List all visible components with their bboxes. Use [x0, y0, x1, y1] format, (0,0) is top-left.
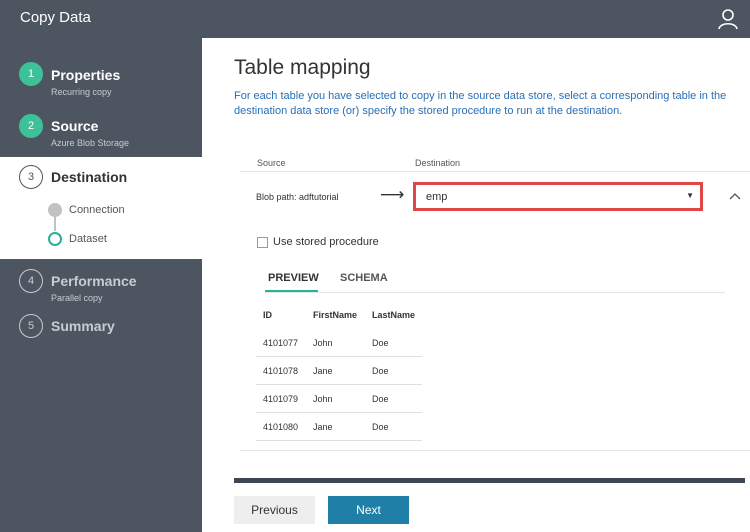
app-title: Copy Data [20, 9, 91, 26]
step-number: 3 [19, 165, 43, 189]
previous-button[interactable]: Previous [234, 496, 315, 524]
stored-procedure-label: Use stored procedure [273, 236, 379, 248]
page-description: For each table you have selected to copy… [234, 90, 727, 117]
cell-id: 4101080 [263, 422, 299, 432]
column-header-id: ID [263, 310, 272, 320]
mapping-arrow-icon: ⟶ [380, 185, 405, 204]
step-number: 4 [19, 269, 43, 293]
cell-id: 4101078 [263, 366, 299, 376]
table-row-divider [256, 412, 422, 413]
collapse-chevron-icon[interactable] [728, 189, 742, 203]
cell-firstname: Jane [313, 366, 333, 376]
step-number: 5 [19, 314, 43, 338]
substep-connector [54, 215, 56, 231]
table-row-divider [256, 440, 422, 441]
table-row-divider [256, 356, 422, 357]
substep-current-dot [48, 232, 62, 246]
step-sub: Azure Blob Storage [51, 138, 130, 148]
page-title: Table mapping [234, 56, 371, 79]
next-button[interactable]: Next [328, 496, 409, 524]
cell-firstname: John [313, 338, 333, 348]
title-bar: Copy Data [0, 0, 750, 38]
cell-id: 4101077 [263, 338, 299, 348]
cell-firstname: Jane [313, 422, 333, 432]
cell-lastname: Doe [372, 338, 389, 348]
divider [240, 450, 750, 451]
tab-schema[interactable]: SCHEMA [340, 272, 388, 284]
divider [240, 171, 750, 172]
user-icon[interactable] [718, 8, 738, 30]
footer-bar [234, 478, 745, 483]
destination-column-header: Destination [415, 158, 461, 168]
source-column-header: Source [257, 158, 286, 168]
destination-table-select[interactable]: emp ▼ [413, 182, 703, 211]
step-sub: Parallel copy [51, 293, 103, 303]
step-label: Source [51, 118, 99, 134]
tab-divider [265, 292, 725, 293]
step-label: Destination [51, 169, 128, 185]
step-label: Performance [51, 273, 137, 289]
dropdown-caret-icon: ▼ [686, 191, 694, 200]
column-header-firstname: FirstName [313, 310, 358, 320]
destination-table-value: emp [426, 191, 448, 203]
step-label: Summary [51, 318, 115, 334]
cell-lastname: Doe [372, 422, 389, 432]
substep-dataset[interactable]: Dataset [69, 233, 107, 245]
column-header-lastname: LastName [372, 310, 416, 320]
source-blob-path: Blob path: adftutorial [256, 192, 339, 202]
tab-preview[interactable]: PREVIEW [268, 272, 319, 284]
cell-lastname: Doe [372, 366, 389, 376]
step-number: 2 [19, 114, 43, 138]
stored-procedure-checkbox[interactable] [257, 237, 268, 248]
cell-lastname: Doe [372, 394, 389, 404]
table-row-divider [256, 384, 422, 385]
cell-id: 4101079 [263, 394, 299, 404]
cell-firstname: John [313, 394, 333, 404]
substep-connection[interactable]: Connection [69, 204, 125, 216]
step-label: Properties [51, 67, 121, 83]
step-number: 1 [19, 62, 43, 86]
step-sub: Recurring copy [51, 87, 112, 97]
